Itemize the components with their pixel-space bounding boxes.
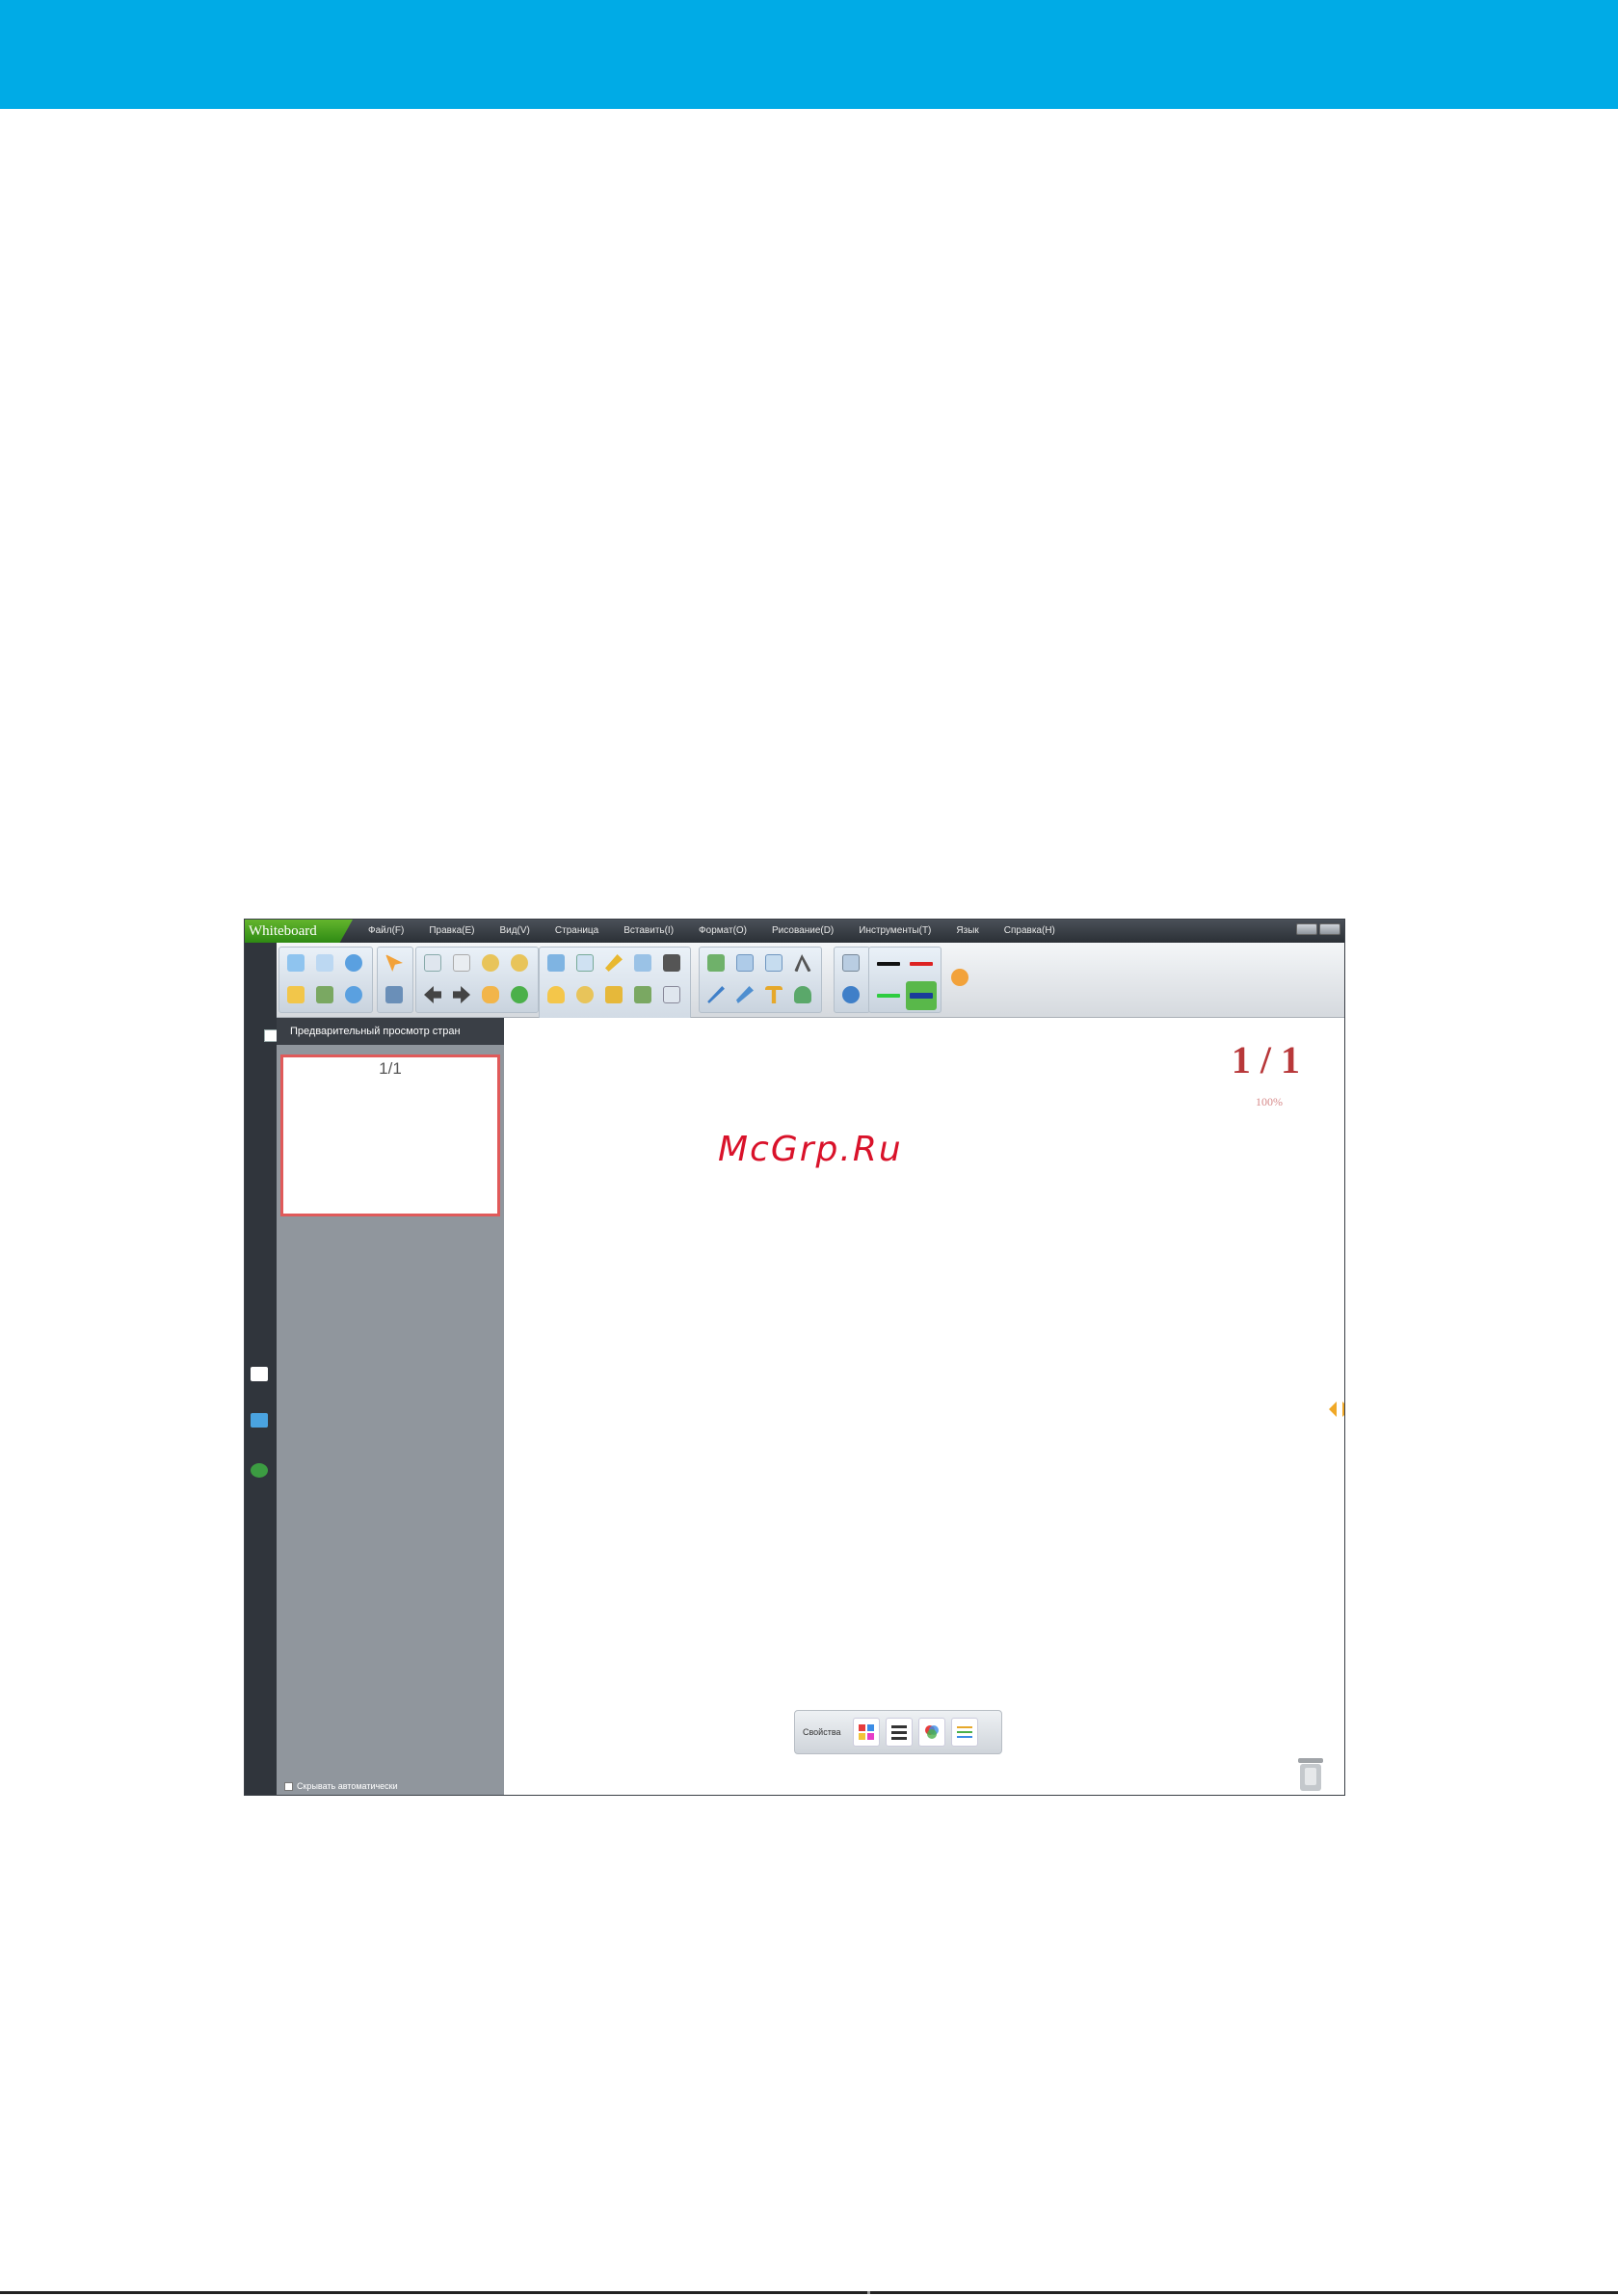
- spotlight-icon[interactable]: [544, 981, 569, 1008]
- preview-checkbox[interactable]: [264, 1029, 278, 1042]
- menu-view[interactable]: Вид(V): [499, 920, 529, 943]
- close-button[interactable]: [1319, 923, 1340, 935]
- screen-shade-icon[interactable]: [630, 949, 655, 976]
- page-preview-panel: 1/1 Скрывать автоматически: [277, 1045, 504, 1795]
- line-width-icon[interactable]: [885, 1718, 913, 1747]
- autohide-label: Скрывать автоматически: [297, 1781, 398, 1791]
- menu-file[interactable]: Файл(F): [368, 920, 404, 943]
- bottom-rule: [0, 2291, 1618, 2294]
- main-toolbar: [277, 943, 1344, 1045]
- user-icon[interactable]: [790, 981, 815, 1008]
- menu-format[interactable]: Формат(O): [699, 920, 747, 943]
- title-bar: Whiteboard Файл(F) Правка(E) Вид(V) Стра…: [245, 920, 1344, 943]
- magnifier-icon[interactable]: [572, 981, 597, 1008]
- page-preview-icon[interactable]: [251, 1367, 268, 1381]
- preview-panel-title: Предварительный просмотр стран: [277, 1018, 504, 1045]
- top-banner: [0, 0, 1618, 109]
- toolbar-group-lines: [868, 947, 942, 1013]
- delete-page-icon[interactable]: [449, 949, 474, 976]
- new-page-icon[interactable]: [420, 949, 445, 976]
- copy-icon[interactable]: [312, 949, 337, 976]
- extra-tools-icon[interactable]: [838, 949, 863, 976]
- save-icon[interactable]: [283, 981, 308, 1008]
- open-file-icon[interactable]: [283, 949, 308, 976]
- menu-bar: Файл(F) Правка(E) Вид(V) Страница Встави…: [368, 920, 1055, 943]
- toolbar-group-draw: [699, 947, 822, 1013]
- brush-icon[interactable]: [732, 981, 757, 1008]
- minimize-button[interactable]: [1296, 923, 1317, 935]
- redo-icon[interactable]: [341, 981, 366, 1008]
- resource-library-icon[interactable]: [251, 1413, 268, 1428]
- watermark-text: McGrp.Ru: [718, 1130, 903, 1169]
- line-green-icon[interactable]: [873, 981, 904, 1010]
- line-style-icon[interactable]: [950, 1718, 978, 1747]
- toolbar-group-extra: [834, 947, 870, 1013]
- line-red-icon[interactable]: [906, 949, 937, 978]
- select-arrow-icon[interactable]: [382, 949, 407, 976]
- page-thumbnail[interactable]: 1/1: [280, 1055, 500, 1216]
- next-page-icon[interactable]: [449, 981, 474, 1008]
- thumbnail-page-number: 1/1: [379, 1059, 402, 1078]
- paste-icon[interactable]: [312, 981, 337, 1008]
- left-side-strip: [245, 943, 277, 1795]
- menu-edit[interactable]: Правка(E): [429, 920, 474, 943]
- ruler-icon[interactable]: [790, 949, 815, 976]
- extra-tools-icon-2[interactable]: [838, 981, 863, 1008]
- rectangle-icon[interactable]: [761, 949, 786, 976]
- screen-capture-icon[interactable]: [544, 949, 569, 976]
- menu-tools[interactable]: Инструменты(T): [859, 920, 931, 943]
- video-icon[interactable]: [659, 949, 684, 976]
- whiteboard-canvas[interactable]: 1 / 1 100% Свойства: [504, 1018, 1345, 1795]
- toolbar-group-select: [377, 947, 413, 1013]
- hand-icon[interactable]: [478, 981, 503, 1008]
- zoom-out-icon[interactable]: [507, 949, 532, 976]
- undo-icon[interactable]: [341, 949, 366, 976]
- color-palette-icon[interactable]: [852, 1718, 880, 1747]
- menu-page[interactable]: Страница: [555, 920, 598, 943]
- shapes-icon[interactable]: [732, 949, 757, 976]
- window-controls: [1296, 923, 1340, 935]
- page-counter: 1 / 1: [1231, 1038, 1300, 1081]
- pen-icon[interactable]: [703, 981, 729, 1008]
- line-blue-icon[interactable]: [906, 981, 937, 1010]
- toolbar-expand-icon[interactable]: [947, 964, 972, 991]
- camera-icon[interactable]: [601, 981, 626, 1008]
- highlighter-icon[interactable]: [601, 949, 626, 976]
- play-icon[interactable]: [507, 981, 532, 1008]
- autohide-option[interactable]: Скрывать автоматически: [284, 1781, 398, 1791]
- text-icon[interactable]: [761, 981, 786, 1008]
- menu-insert[interactable]: Вставить(I): [623, 920, 674, 943]
- menu-help[interactable]: Справка(H): [1004, 920, 1055, 943]
- recorder-icon[interactable]: [630, 981, 655, 1008]
- calendar-icon[interactable]: [659, 981, 684, 1008]
- properties-label: Свойства: [803, 1727, 841, 1737]
- app-brand: Whiteboard: [245, 920, 353, 943]
- toolbar-group-file: [279, 947, 373, 1013]
- previous-page-icon[interactable]: [420, 981, 445, 1008]
- page: Whiteboard Файл(F) Правка(E) Вид(V) Стра…: [0, 0, 1618, 2296]
- side-handle-icon[interactable]: [1329, 1402, 1345, 1417]
- zoom-level: 100%: [1256, 1095, 1283, 1108]
- globe-icon[interactable]: [251, 1463, 268, 1478]
- link-icon[interactable]: [703, 949, 729, 976]
- fullscreen-icon[interactable]: [572, 949, 597, 976]
- menu-draw[interactable]: Рисование(D): [772, 920, 834, 943]
- zoom-in-icon[interactable]: [478, 949, 503, 976]
- autohide-checkbox[interactable]: [284, 1781, 293, 1791]
- menu-language[interactable]: Язык: [956, 920, 978, 943]
- whiteboard-window: Whiteboard Файл(F) Правка(E) Вид(V) Стра…: [244, 919, 1345, 1796]
- line-black-icon[interactable]: [873, 949, 904, 978]
- fill-color-icon[interactable]: [917, 1718, 945, 1747]
- trash-icon[interactable]: [1296, 1754, 1325, 1793]
- screen-icon[interactable]: [382, 981, 407, 1008]
- properties-bar: Свойства: [794, 1710, 1002, 1754]
- toolbar-group-page: [415, 947, 539, 1013]
